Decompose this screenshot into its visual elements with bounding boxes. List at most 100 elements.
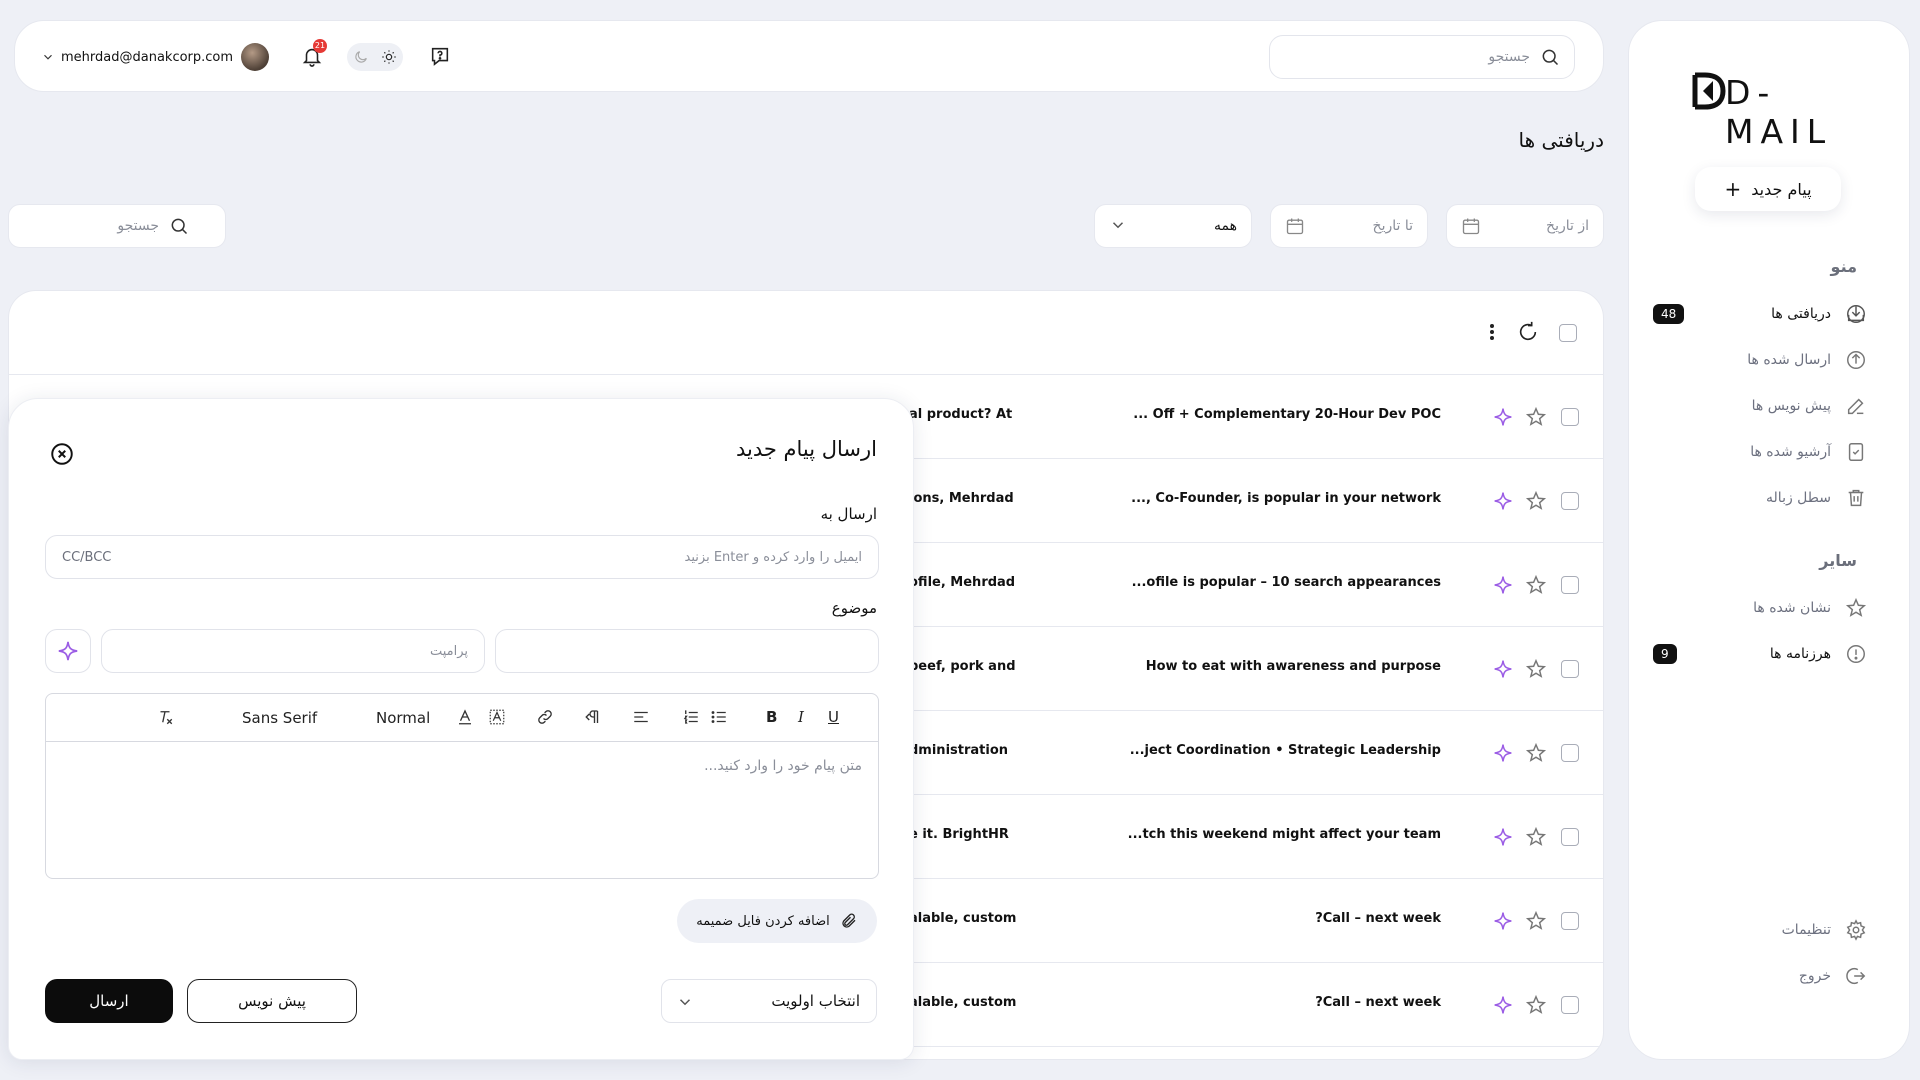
user-email: mehrdad@danakcorp.com [61, 49, 234, 65]
sidebar-item-settings[interactable]: تنظیمات [1653, 915, 1867, 945]
gear-icon [1845, 919, 1867, 941]
notifications-button[interactable]: 21 [301, 39, 327, 71]
list-search-input[interactable]: جستجو [8, 204, 226, 248]
sidebar-item-spam[interactable]: هرزنامه ها 9 [1653, 639, 1867, 669]
to-date-label: تا تاریخ [1372, 218, 1413, 234]
font-size-select[interactable]: Normal [376, 709, 430, 727]
spam-icon [1845, 643, 1867, 665]
row-checkbox[interactable] [1561, 828, 1579, 846]
email-subject: ..., Co-Founder, is popular in your netw… [1131, 491, 1441, 506]
font-family-select[interactable]: Sans Serif [242, 709, 317, 727]
sidebar-item-drafts[interactable]: پیش نویس ها [1653, 391, 1867, 421]
underline-icon[interactable]: U [828, 708, 839, 726]
subject-field[interactable] [495, 629, 879, 673]
page-title: دریافتی ها [1518, 128, 1605, 152]
editor-toolbar: Sans Serif Normal B I U [46, 694, 878, 742]
attach-file-button[interactable]: اضافه کردن فایل ضمیمه [677, 899, 877, 943]
save-draft-button[interactable]: پیش نویس [187, 979, 357, 1023]
ai-sparkle-icon[interactable] [1493, 407, 1513, 431]
bullet-list-icon[interactable] [710, 708, 728, 730]
ai-generate-button[interactable] [45, 629, 91, 673]
text-color-icon[interactable] [456, 708, 474, 730]
row-checkbox[interactable] [1561, 408, 1579, 426]
compose-panel: ارسال پیام جدید ارسال به CC/BCC ایمیل را… [8, 398, 914, 1060]
ai-sparkle-icon[interactable] [1493, 911, 1513, 935]
select-all-checkbox[interactable] [1559, 324, 1577, 342]
italic-icon[interactable]: I [798, 708, 804, 726]
row-checkbox[interactable] [1561, 660, 1579, 678]
ai-sparkle-icon[interactable] [1493, 659, 1513, 683]
align-icon[interactable] [632, 708, 650, 730]
filter-select[interactable]: همه [1094, 204, 1252, 248]
row-checkbox[interactable] [1561, 744, 1579, 762]
archive-icon [1845, 441, 1867, 463]
prompt-field[interactable]: پرامپت [101, 629, 485, 673]
logout-icon [1845, 965, 1867, 987]
star-icon[interactable] [1525, 742, 1547, 768]
ordered-list-icon[interactable] [682, 708, 700, 730]
star-icon[interactable] [1525, 406, 1547, 432]
to-field[interactable]: CC/BCC ایمیل را وارد کرده و Enter بزنید [45, 535, 879, 579]
chevron-down-icon [1109, 216, 1127, 234]
global-search-input[interactable]: جستجو [1269, 35, 1575, 79]
row-checkbox[interactable] [1561, 996, 1579, 1014]
sidebar-item-trash[interactable]: سطل زباله [1653, 483, 1867, 513]
sidebar-item-label: آرشیو شده ها [1750, 444, 1831, 460]
row-checkbox[interactable] [1561, 576, 1579, 594]
support-chat-button[interactable] [429, 45, 451, 71]
edit-icon [1845, 395, 1867, 417]
from-date-picker[interactable]: از تاریخ [1446, 204, 1604, 248]
link-icon[interactable] [536, 708, 554, 730]
sidebar-item-label: نشان شده ها [1753, 600, 1831, 616]
sidebar-item-starred[interactable]: نشان شده ها [1653, 593, 1867, 623]
star-icon[interactable] [1525, 994, 1547, 1020]
app-logo: D-MAIL [1689, 69, 1859, 151]
email-snippet: dministration [909, 743, 1009, 758]
email-subject: ...tch this weekend might affect your te… [1127, 827, 1441, 842]
ai-sparkle-icon [58, 641, 78, 661]
message-editor[interactable]: Sans Serif Normal B I U متن پیام خود را … [45, 693, 879, 879]
clear-format-icon[interactable] [156, 708, 174, 730]
star-icon [1845, 597, 1867, 619]
sidebar-item-archive[interactable]: آرشیو شده ها [1653, 437, 1867, 467]
new-message-button[interactable]: پیام جدید + [1695, 167, 1841, 211]
star-icon[interactable] [1525, 658, 1547, 684]
text-direction-icon[interactable] [584, 708, 602, 730]
inbox-count-badge: 48 [1653, 304, 1685, 324]
ai-sparkle-icon[interactable] [1493, 575, 1513, 599]
theme-toggle[interactable] [347, 43, 403, 71]
sidebar-item-sent[interactable]: ارسال شده ها [1653, 345, 1867, 375]
email-snippet: e it. BrightHR [909, 827, 1009, 842]
sidebar-item-logout[interactable]: خروج [1653, 961, 1867, 991]
close-icon[interactable] [49, 441, 75, 471]
highlight-icon[interactable] [488, 708, 506, 730]
priority-select[interactable]: انتخاب اولویت [661, 979, 877, 1023]
star-icon[interactable] [1525, 490, 1547, 516]
user-menu[interactable]: mehrdad@danakcorp.com [41, 43, 270, 71]
sidebar-item-label: سطل زباله [1766, 490, 1831, 506]
more-options-icon[interactable] [1489, 322, 1495, 346]
row-checkbox[interactable] [1561, 492, 1579, 510]
row-checkbox[interactable] [1561, 912, 1579, 930]
star-icon[interactable] [1525, 574, 1547, 600]
ai-sparkle-icon[interactable] [1493, 827, 1513, 851]
refresh-icon[interactable] [1517, 321, 1539, 347]
ai-sparkle-icon[interactable] [1493, 995, 1513, 1019]
email-subject: ?Call – next week [1315, 995, 1441, 1010]
top-bar: جستجو mehrdad@danakcorp.com 21 [14, 20, 1604, 92]
sidebar-item-label: دریافتی ها [1771, 306, 1831, 322]
email-snippet: ofile, Mehrdad [909, 575, 1016, 590]
star-icon[interactable] [1525, 910, 1547, 936]
cc-bcc-toggle[interactable]: CC/BCC [62, 550, 111, 565]
ai-sparkle-icon[interactable] [1493, 743, 1513, 767]
email-list-header [9, 291, 1603, 375]
send-button[interactable]: ارسال [45, 979, 173, 1023]
star-icon[interactable] [1525, 826, 1547, 852]
ai-sparkle-icon[interactable] [1493, 491, 1513, 515]
to-date-picker[interactable]: تا تاریخ [1270, 204, 1428, 248]
email-snippet: beef, pork and [909, 659, 1016, 674]
prompt-placeholder: پرامپت [429, 643, 468, 659]
sidebar-item-inbox[interactable]: دریافتی ها 48 [1653, 299, 1867, 329]
email-subject: How to eat with awareness and purpose [1145, 659, 1441, 674]
bold-icon[interactable]: B [766, 708, 777, 726]
